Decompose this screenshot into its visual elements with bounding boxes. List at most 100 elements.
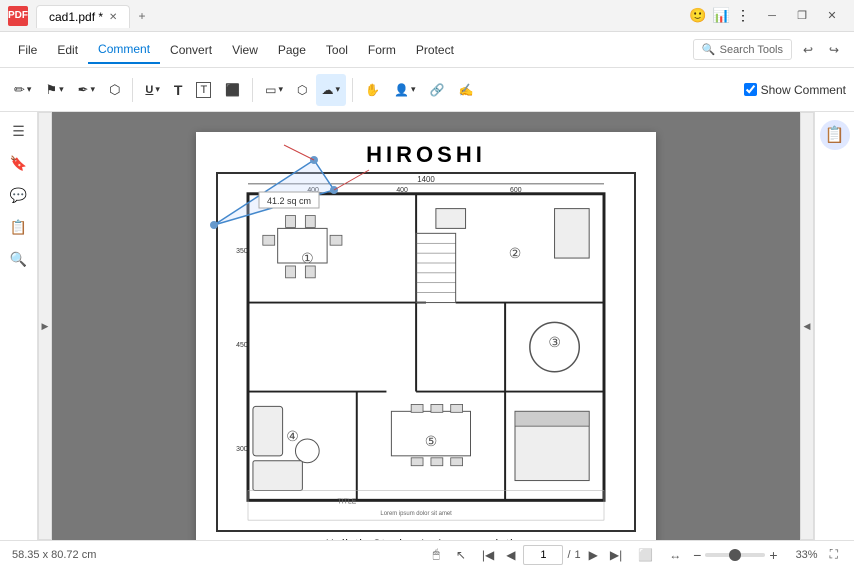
textbox-tool-button[interactable]: T: [190, 74, 217, 106]
hand-icon: ✋: [365, 83, 380, 97]
menu-edit[interactable]: Edit: [47, 37, 88, 63]
shape-eraser-button[interactable]: ⬡: [103, 74, 126, 106]
zoom-slider[interactable]: [705, 553, 765, 557]
page-separator: /: [567, 549, 570, 561]
current-page-input[interactable]: [523, 545, 563, 565]
freehand-tool-button[interactable]: ✍: [452, 74, 479, 106]
new-tab-button[interactable]: +: [130, 5, 153, 27]
select-mode-button[interactable]: 🖱: [429, 545, 444, 564]
document-dimensions: 58.35 x 80.72 cm: [12, 549, 96, 561]
sidebar-layers-button[interactable]: 📋: [4, 212, 34, 242]
hand-tool-button[interactable]: ✋: [359, 74, 386, 106]
menu-page[interactable]: Page: [268, 37, 316, 63]
menu-tool[interactable]: Tool: [316, 37, 358, 63]
user-icon[interactable]: 🙂: [689, 7, 706, 24]
sidebar-panels-button[interactable]: ☰: [4, 116, 34, 146]
link-tool-button[interactable]: 🔗: [423, 74, 450, 106]
toolbar: ✏ ▾ ⚑ ▾ ✒ ▾ ⬡ U ▾ T T ⬛ ▭ ▾ ⬡ ☁ ▾ ✋: [0, 68, 854, 112]
pen-tool-button[interactable]: ✏ ▾: [8, 74, 37, 106]
separator-2: [252, 78, 253, 102]
title-bar: PDF cad1.pdf * ✕ + 🙂 📊 ⋮ ─ ❐ ✕: [0, 0, 854, 32]
pencil-tool-button[interactable]: ✒ ▾: [72, 74, 101, 106]
svg-text:300: 300: [236, 446, 248, 453]
right-panel-button[interactable]: 📋: [820, 120, 850, 150]
cloud-tool-button[interactable]: ☁ ▾: [316, 74, 347, 106]
right-panel: 📋: [814, 112, 854, 540]
app-icon: PDF: [8, 6, 28, 26]
dropdown-arrow: ▾: [411, 84, 416, 95]
underline-tool-button[interactable]: U ▾: [139, 74, 165, 106]
svg-text:①: ①: [301, 250, 313, 266]
link-icon: 🔗: [429, 83, 444, 97]
cloud-icon: ☁: [322, 83, 334, 97]
textbox-icon: T: [196, 82, 211, 98]
polygon-tool-button[interactable]: ⬡: [291, 74, 313, 106]
left-collapse-arrow[interactable]: ▶: [38, 112, 52, 540]
menu-comment[interactable]: Comment: [88, 36, 160, 64]
freehand-icon: ✍: [458, 83, 473, 97]
text-tool-button[interactable]: T: [168, 74, 189, 106]
svg-text:②: ②: [509, 245, 521, 261]
zoom-in-button[interactable]: +: [769, 547, 777, 563]
sidebar-comment-button[interactable]: 💬: [4, 180, 34, 210]
separator-1: [132, 78, 133, 102]
last-page-button[interactable]: ▶|: [606, 546, 626, 564]
right-collapse-arrow[interactable]: ◀: [800, 112, 814, 540]
pencil-icon: ✒: [78, 82, 89, 98]
user-icon: 👤: [394, 83, 409, 97]
prev-page-button[interactable]: ◀: [502, 546, 519, 564]
svg-text:③: ③: [548, 334, 560, 350]
first-page-button[interactable]: |◀: [478, 546, 498, 564]
menu-view[interactable]: View: [222, 37, 268, 63]
pdf-title: HIROSHI: [366, 142, 486, 168]
rectangle-tool-button[interactable]: ▭ ▾: [259, 74, 289, 106]
next-page-button[interactable]: ▶: [585, 546, 602, 564]
show-comment-area: Show Comment: [744, 83, 846, 97]
pdf-subtitle: Holistic Staying In Accommodation: [325, 538, 527, 540]
stamp-tool-button[interactable]: ⬛: [219, 74, 246, 106]
svg-text:1400: 1400: [417, 175, 435, 184]
svg-text:④: ④: [286, 428, 298, 444]
dropdown-arrow: ▾: [91, 84, 96, 95]
bookmark-tool-button[interactable]: ⚑ ▾: [39, 74, 69, 106]
sidebar-search-button[interactable]: 🔍: [4, 244, 34, 274]
forward-button[interactable]: ↩: [822, 38, 846, 62]
menu-form[interactable]: Form: [358, 37, 406, 63]
menu-file[interactable]: File: [8, 37, 47, 63]
close-button[interactable]: ✕: [818, 4, 846, 28]
more-icon[interactable]: ⋮: [736, 7, 750, 24]
svg-text:TITLE: TITLE: [337, 498, 356, 505]
menu-convert[interactable]: Convert: [160, 37, 222, 63]
svg-text:400: 400: [396, 187, 408, 194]
tab-title: cad1.pdf *: [49, 10, 103, 24]
search-label: Search Tools: [720, 44, 783, 56]
fullscreen-button[interactable]: ⛶: [826, 545, 842, 564]
stats-icon[interactable]: 📊: [713, 7, 730, 24]
svg-text:600: 600: [510, 187, 522, 194]
search-tools[interactable]: 🔍 Search Tools: [693, 39, 792, 60]
total-pages: 1: [575, 549, 581, 561]
zoom-level: 33%: [782, 549, 818, 561]
show-comment-checkbox[interactable]: [744, 83, 757, 96]
document-tab[interactable]: cad1.pdf * ✕: [36, 5, 130, 28]
user-tool-button[interactable]: 👤 ▾: [388, 74, 421, 106]
pdf-area[interactable]: 41.2 sq cm HIROSHI 1400: [52, 112, 800, 540]
fit-width-button[interactable]: ↔: [665, 546, 685, 564]
dropdown-arrow: ▾: [336, 84, 341, 95]
zoom-controls: − + 33%: [693, 547, 817, 563]
dropdown-arrow: ▾: [27, 84, 32, 95]
menu-protect[interactable]: Protect: [406, 37, 464, 63]
restore-button[interactable]: ❐: [788, 4, 816, 28]
dropdown-arrow: ▾: [279, 84, 284, 95]
sidebar-bookmark-button[interactable]: 🔖: [4, 148, 34, 178]
eraser-icon: ⬡: [109, 82, 120, 98]
close-tab-button[interactable]: ✕: [109, 12, 117, 23]
minimize-button[interactable]: ─: [758, 4, 786, 28]
back-button[interactable]: ↩: [796, 38, 820, 62]
svg-text:400: 400: [307, 187, 319, 194]
zoom-out-button[interactable]: −: [693, 547, 701, 563]
zoom-thumb: [729, 549, 741, 561]
fit-page-button[interactable]: ⬜: [634, 546, 657, 564]
rectangle-icon: ▭: [265, 83, 276, 97]
cursor-mode-button[interactable]: ↖: [452, 546, 470, 564]
